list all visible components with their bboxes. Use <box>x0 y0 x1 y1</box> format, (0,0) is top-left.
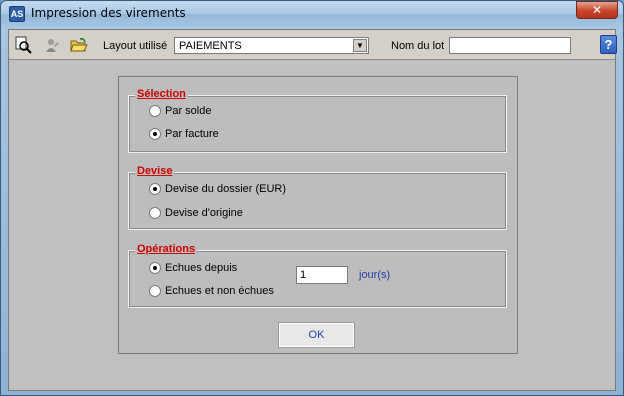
help-button[interactable]: ? <box>600 35 617 54</box>
lot-name-input[interactable] <box>449 37 571 54</box>
radio-label: Par facture <box>165 128 219 140</box>
lot-label: Nom du lot <box>391 40 445 52</box>
selection-group: Sélection Par solde Par facture <box>128 88 507 153</box>
days-value: 1 <box>300 269 307 281</box>
radio-button[interactable] <box>149 128 161 140</box>
chevron-down-icon[interactable]: ▼ <box>353 39 367 52</box>
dialog-window: AS Impression des virements ✕ Layout uti… <box>0 0 624 396</box>
layout-select-value: PAIEMENTS <box>179 40 242 52</box>
magnifier-icon[interactable] <box>15 36 33 54</box>
ok-button[interactable]: OK <box>278 322 355 348</box>
title-bar[interactable]: AS Impression des virements ✕ <box>1 1 623 27</box>
radio-button[interactable] <box>149 207 161 219</box>
close-button[interactable]: ✕ <box>576 1 618 19</box>
client-area: Layout utilisé PAIEMENTS ▼ Nom du lot ? … <box>8 29 617 391</box>
window-title: Impression des virements <box>31 6 186 20</box>
folder-open-icon[interactable] <box>70 36 88 54</box>
devise-legend: Devise <box>135 165 175 177</box>
radio-label: Echues et non échues <box>165 285 274 297</box>
layout-select[interactable]: PAIEMENTS ▼ <box>174 37 369 54</box>
selection-legend: Sélection <box>135 88 188 100</box>
person-icon[interactable] <box>43 36 61 54</box>
radio-button[interactable] <box>149 262 161 274</box>
radio-label: Par solde <box>165 105 212 117</box>
radio-button[interactable] <box>149 105 161 117</box>
radio-label: Devise du dossier (EUR) <box>165 183 287 195</box>
days-unit-label: jour(s) <box>359 269 391 281</box>
radio-button[interactable] <box>149 183 161 195</box>
radio-button[interactable] <box>149 285 161 297</box>
devise-group: Devise Devise du dossier (EUR) Devise d'… <box>128 165 507 230</box>
layout-label: Layout utilisé <box>103 40 168 52</box>
toolbar: Layout utilisé PAIEMENTS ▼ Nom du lot ? <box>9 30 617 60</box>
options-panel: Sélection Par solde Par facture Devise D… <box>118 76 518 354</box>
radio-label: Devise d'origine <box>165 207 243 219</box>
radio-label: Echues depuis <box>165 262 238 274</box>
days-input[interactable]: 1 <box>296 266 348 284</box>
app-icon: AS <box>9 6 25 22</box>
operations-legend: Opérations <box>135 243 198 255</box>
